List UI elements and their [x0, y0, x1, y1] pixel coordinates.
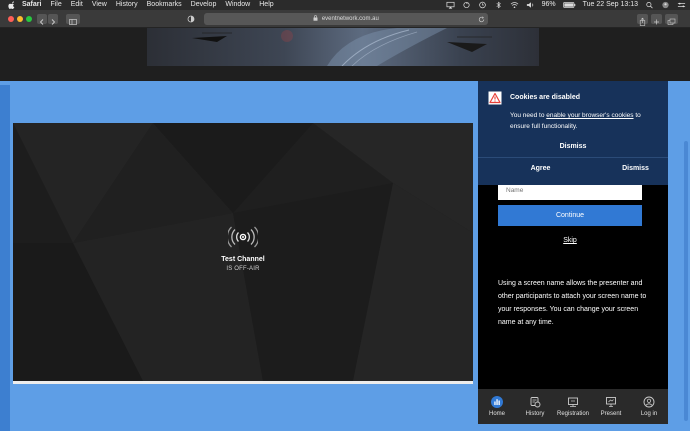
menu-history[interactable]: History [116, 0, 138, 10]
back-button[interactable] [37, 14, 47, 25]
registration-icon [568, 397, 578, 407]
channel-status: IS OFF-AIR [226, 266, 260, 272]
tab-overview-icon [667, 18, 676, 25]
video-player[interactable]: Test Channel IS OFF-AIR [13, 123, 473, 381]
chevron-right-icon [51, 19, 56, 25]
new-tab-button[interactable] [651, 14, 662, 25]
screen: Safari File Edit View History Bookmarks … [0, 0, 690, 431]
menu-develop[interactable]: Develop [191, 0, 217, 10]
tab-present-label: Present [600, 411, 622, 417]
offair-message: Test Channel IS OFF-AIR [13, 226, 473, 272]
skip-link[interactable]: Skip [478, 237, 662, 244]
reload-icon[interactable] [478, 16, 485, 23]
tab-history-label: History [525, 411, 545, 417]
tab-home-label: Home [488, 411, 505, 417]
tab-present[interactable]: Present [592, 389, 630, 424]
share-icon [639, 17, 646, 26]
player-progress-bar[interactable] [13, 381, 473, 384]
continue-button[interactable]: Continue [498, 205, 642, 226]
broadcast-icon [226, 226, 260, 248]
volume-icon[interactable] [526, 1, 535, 9]
menu-edit[interactable]: Edit [71, 0, 83, 10]
url-text: eventnetwork.com.au [321, 16, 379, 22]
tab-home[interactable]: Home [478, 389, 516, 424]
tab-registration[interactable]: Registration [554, 389, 592, 424]
cookie-dismiss-button-top[interactable]: Dismiss [478, 143, 668, 150]
channel-title: Test Channel [221, 256, 265, 263]
share-button[interactable] [637, 14, 648, 26]
cookie-dismiss-button[interactable]: Dismiss [603, 165, 668, 172]
chevron-left-icon [39, 19, 44, 25]
sidebar-toggle-button[interactable] [66, 14, 80, 25]
menu-app-name[interactable]: Safari [22, 0, 41, 10]
cookie-message-pre: You need to [510, 112, 547, 119]
left-accent-strip [0, 85, 10, 431]
user-icon [643, 396, 655, 408]
menu-window[interactable]: Window [225, 0, 250, 10]
spotlight-search-icon[interactable] [645, 1, 654, 9]
cast-icon[interactable] [446, 1, 455, 9]
bluetooth-icon[interactable] [494, 1, 503, 9]
user-avatar-icon[interactable] [661, 1, 670, 9]
privacy-shield-icon[interactable] [187, 15, 195, 23]
address-bar[interactable]: eventnetwork.com.au [204, 13, 488, 25]
tab-overview-button[interactable] [665, 14, 678, 25]
cookie-agree-button[interactable]: Agree [478, 165, 603, 172]
screen-name-info-text: Using a screen name allows the presenter… [498, 280, 647, 326]
web-content: Test Channel IS OFF-AIR Continue Skip Us… [0, 28, 690, 431]
sidebar-icon [69, 19, 77, 25]
wifi-icon[interactable] [510, 1, 519, 9]
forward-button[interactable] [48, 14, 58, 25]
cookie-divider [478, 157, 668, 158]
battery-icon[interactable] [562, 1, 576, 9]
cookie-title: Cookies are disabled [510, 94, 581, 101]
present-icon [606, 397, 616, 407]
page-scrollbar[interactable] [681, 81, 690, 431]
tab-history[interactable]: History [516, 389, 554, 424]
lock-icon [313, 15, 318, 21]
panel-tab-bar: Home History Registration Present Log in [478, 389, 668, 424]
minimize-window-button[interactable] [17, 16, 23, 22]
history-icon [530, 397, 541, 408]
menu-help[interactable]: Help [259, 0, 273, 10]
warning-icon [488, 91, 502, 105]
enable-cookies-link[interactable]: enable your browser's cookies [546, 112, 633, 119]
cookie-notice: Cookies are disabled You need to enable … [478, 81, 668, 185]
tab-registration-label: Registration [556, 411, 589, 417]
browser-toolbar: eventnetwork.com.au [0, 10, 690, 28]
apple-icon[interactable] [8, 1, 16, 9]
cookie-message: You need to enable your browser's cookie… [510, 110, 662, 132]
menu-bar: Safari File Edit View History Bookmarks … [0, 0, 690, 10]
sync-icon[interactable] [462, 1, 471, 9]
menu-file[interactable]: File [50, 0, 61, 10]
menu-view[interactable]: View [92, 0, 107, 10]
battery-percent[interactable]: 96% [542, 0, 556, 10]
menu-bookmarks[interactable]: Bookmarks [147, 0, 182, 10]
header-banner-image [147, 28, 539, 66]
menu-clock[interactable]: Tue 22 Sep 13:13 [583, 0, 638, 10]
zoom-window-button[interactable] [26, 16, 32, 22]
status-area: 96% Tue 22 Sep 13:13 [439, 0, 686, 10]
clock-icon[interactable] [478, 1, 487, 9]
bar-chart-icon [491, 396, 503, 408]
plus-icon [654, 19, 659, 25]
control-center-icon[interactable] [677, 1, 686, 9]
tab-login-label: Log in [640, 411, 658, 417]
scrollbar-thumb[interactable] [684, 141, 688, 421]
tab-login[interactable]: Log in [630, 389, 668, 424]
close-window-button[interactable] [8, 16, 14, 22]
